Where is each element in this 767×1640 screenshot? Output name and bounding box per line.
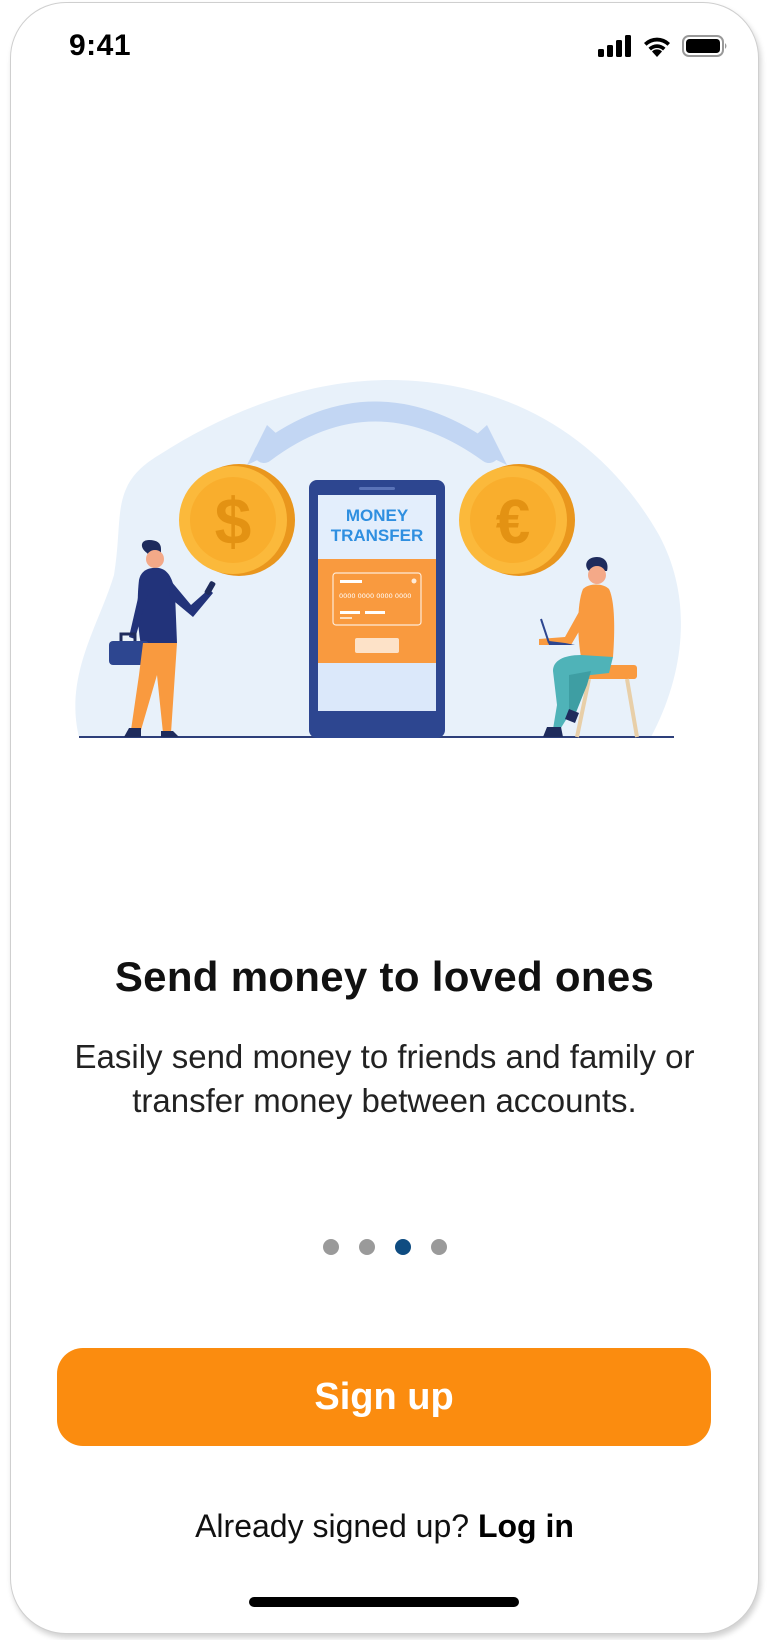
onboarding-headline: Send money to loved ones [114, 953, 655, 1000]
page-dot-1[interactable] [322, 1239, 339, 1255]
onboarding-description: Easily send money to friends and family … [74, 1038, 695, 1119]
status-bar: 9:41 [11, 3, 758, 93]
login-prompt: Already signed up? [195, 1508, 478, 1544]
svg-text:0000 0000 0000 0000: 0000 0000 0000 0000 [339, 592, 411, 600]
log-in-link[interactable]: Log in [478, 1508, 574, 1544]
svg-text:TRANSFER: TRANSFER [331, 526, 424, 545]
page-indicator[interactable] [11, 1239, 758, 1255]
page-dot-3-active[interactable] [394, 1239, 411, 1255]
home-indicator[interactable] [249, 1597, 519, 1607]
wifi-icon [644, 37, 670, 57]
status-time: 9:41 [69, 29, 132, 62]
svg-text:€: € [496, 488, 530, 557]
page-dot-2[interactable] [358, 1239, 375, 1255]
phone-illustration: MONEY TRANSFER 0000 0000 0000 0000 [309, 480, 445, 738]
status-icons [598, 35, 728, 57]
sign-up-button[interactable]: Sign up [57, 1348, 711, 1446]
money-transfer-illustration: $ € MONEY TRANSFER 0000 0000 0000 0000 [69, 375, 709, 775]
euro-coin-icon: € [459, 464, 575, 576]
page-dot-4[interactable] [430, 1239, 447, 1255]
login-row: Already signed up? Log in [11, 1508, 758, 1545]
svg-text:MONEY: MONEY [346, 506, 409, 525]
dollar-coin-icon: $ [179, 464, 295, 576]
phone-frame: 9:41 $ € MONEY TRANSFER 0000 0000 0000 0… [10, 2, 759, 1634]
cellular-signal-icon [598, 35, 631, 57]
battery-icon [682, 35, 727, 57]
svg-text:$: $ [215, 484, 252, 558]
